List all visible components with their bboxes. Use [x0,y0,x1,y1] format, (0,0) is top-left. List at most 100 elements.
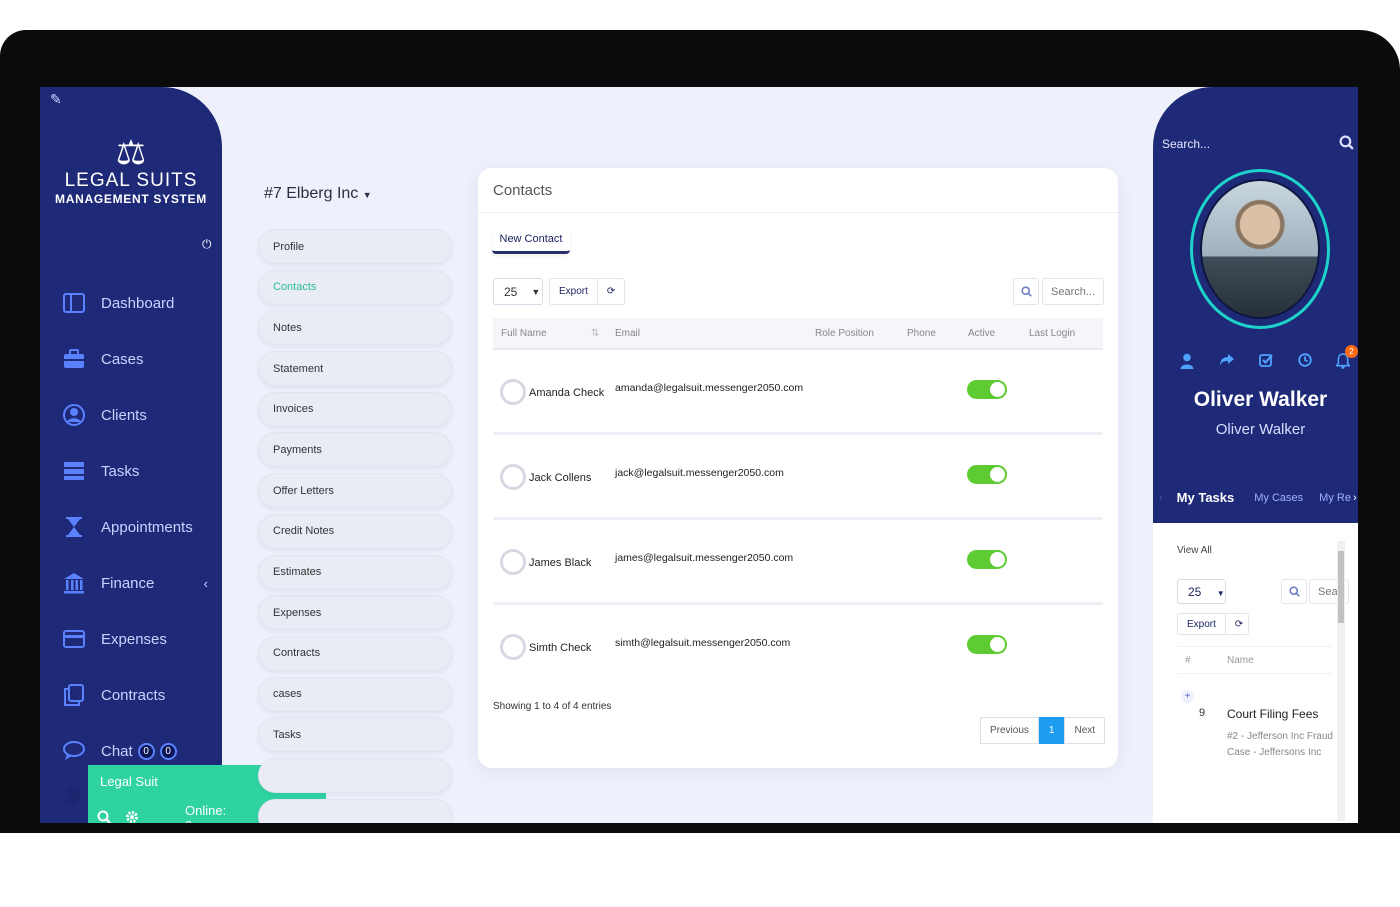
page-1-button[interactable]: 1 [1038,717,1065,744]
tab-my-cases[interactable]: My Cases [1254,492,1303,504]
my-tasks-panel: View All 25 ▼ Export ⟳ # Name + 9 Court … [1153,523,1358,823]
scrollbar[interactable] [1337,541,1345,821]
next-button[interactable]: Next [1064,717,1106,744]
chevron-right-icon[interactable]: › [1353,492,1357,504]
client-name: #7 Elberg Inc [264,185,359,202]
column-header-full-name[interactable]: Full Name [501,328,547,339]
active-toggle[interactable] [967,380,1007,399]
previous-button[interactable]: Previous [980,717,1039,744]
profile-avatar[interactable] [1190,169,1330,329]
power-icon[interactable]: ⏻ [202,237,212,252]
share-icon[interactable] [1219,353,1235,372]
app-screen: ✎ ⚖ LEGAL SUITS MANAGEMENT SYSTEM ⏻ Dash… [40,87,1358,823]
task-name[interactable]: Court Filing Fees [1227,707,1318,721]
avatar [500,634,526,660]
column-header-last-login[interactable]: Last Login [1029,328,1075,339]
sidebar-item-expenses[interactable]: Expenses [40,611,222,667]
search-icon[interactable] [1339,135,1354,153]
submenu-item-payments[interactable]: Payments [258,432,452,468]
expand-row-icon[interactable]: + [1181,690,1194,703]
column-header-name[interactable]: Name [1227,655,1254,666]
sidebar-item-cases[interactable]: Cases [40,331,222,387]
bell-icon[interactable] [64,787,82,813]
hourglass-icon [62,516,86,538]
contact-name[interactable]: James Black [529,557,591,569]
search-icon[interactable] [1013,278,1039,305]
sidebar-item-label: Cases [101,350,144,368]
sidebar-item-label: Contracts [101,686,166,704]
submenu-item-notes[interactable]: Notes [258,310,452,346]
profile-actions: 2 [1180,345,1358,372]
column-header-role-position[interactable]: Role Position [815,328,874,339]
chat-icon [62,740,86,762]
search-input[interactable] [1042,278,1104,305]
sidebar-item-clients[interactable]: Clients [40,387,222,443]
submenu-item-profile[interactable]: Profile [258,229,452,264]
chevron-left-icon[interactable]: ‹ [1159,492,1163,504]
avatar [500,549,526,575]
refresh-icon[interactable]: ⟳ [596,279,624,304]
pin-icon[interactable]: ✎ [50,91,62,108]
new-contact-button[interactable]: New Contact [492,226,570,254]
tab-my-re[interactable]: My Re [1319,492,1351,504]
client-title[interactable]: #7 Elberg Inc ▼ [264,185,372,203]
sort-icon[interactable]: ⇅ [591,328,599,339]
column-header-email[interactable]: Email [615,328,640,339]
column-header-active[interactable]: Active [968,328,995,339]
search-icon[interactable] [1281,579,1307,604]
active-toggle[interactable] [967,635,1007,654]
submenu-item[interactable] [258,757,452,793]
submenu-item-credit-notes[interactable]: Credit Notes [258,513,452,549]
contact-name[interactable]: Jack Collens [529,472,591,484]
device-frame: ✎ ⚖ LEGAL SUITS MANAGEMENT SYSTEM ⏻ Dash… [0,30,1400,833]
sidebar-item-tasks[interactable]: Tasks [40,443,222,499]
active-toggle[interactable] [967,550,1007,569]
tasks-icon [62,460,86,482]
submenu-item-tasks[interactable]: Tasks [258,717,452,753]
submenu-item-cases[interactable]: cases [258,676,452,712]
page-length-select[interactable]: 25 ▼ [1177,579,1226,604]
page-length-select[interactable]: 25 ▼ [493,278,543,305]
chat-widget-title: Legal Suit [100,774,158,789]
scrollbar-thumb[interactable] [1338,551,1344,623]
column-header-phone[interactable]: Phone [907,328,936,339]
card-title: Contacts [478,168,1118,213]
submenu-item-invoices[interactable]: Invoices [258,391,452,427]
search-icon[interactable] [97,810,111,823]
sidebar-item-dashboard[interactable]: Dashboard [40,275,222,331]
contact-name[interactable]: Amanda Check [529,387,604,399]
submenu-item-statement[interactable]: Statement [258,351,452,387]
sidebar: ✎ ⚖ LEGAL SUITS MANAGEMENT SYSTEM ⏻ Dash… [40,87,222,823]
submenu-item-contracts[interactable]: Contracts [258,635,452,671]
gear-icon[interactable] [125,810,139,824]
view-all-link[interactable]: View All [1177,545,1212,556]
submenu-item-estimates[interactable]: Estimates [258,554,452,590]
tab-my-tasks[interactable]: My Tasks [1177,490,1235,505]
submenu-item[interactable] [258,798,452,823]
active-toggle[interactable] [967,465,1007,484]
sidebar-item-finance[interactable]: Finance ‹ [40,555,222,611]
export-button[interactable]: Export [550,279,597,304]
export-button[interactable]: Export [1178,614,1225,634]
sidebar-item-label: Tasks [101,462,140,480]
chat-badge: 0 [137,742,155,760]
panel-search-input[interactable]: Search... [1162,137,1210,151]
submenu-item-offer-letters[interactable]: Offer Letters [258,473,452,509]
bell-icon[interactable]: 2 [1335,345,1358,372]
logo-subtitle: MANAGEMENT SYSTEM [55,192,207,206]
column-header-number[interactable]: # [1185,655,1191,666]
clock-icon[interactable] [1297,353,1312,372]
briefcase-icon [62,348,86,370]
submenu-item-expenses[interactable]: Expenses [258,595,452,631]
columns-icon [62,292,86,314]
contact-name[interactable]: Simth Check [529,642,591,654]
submenu-item-contacts[interactable]: Contacts [258,269,452,305]
check-square-icon[interactable] [1259,353,1273,372]
copy-icon [62,684,86,706]
sidebar-item-appointments[interactable]: Appointments [40,499,222,555]
table-row: Simth Check simth@legalsuit.messenger205… [493,605,1103,690]
sidebar-item-contracts[interactable]: Contracts [40,667,222,723]
user-icon[interactable] [1180,353,1194,372]
profile-name: Oliver Walker [1193,388,1328,411]
refresh-icon[interactable]: ⟳ [1224,614,1252,634]
